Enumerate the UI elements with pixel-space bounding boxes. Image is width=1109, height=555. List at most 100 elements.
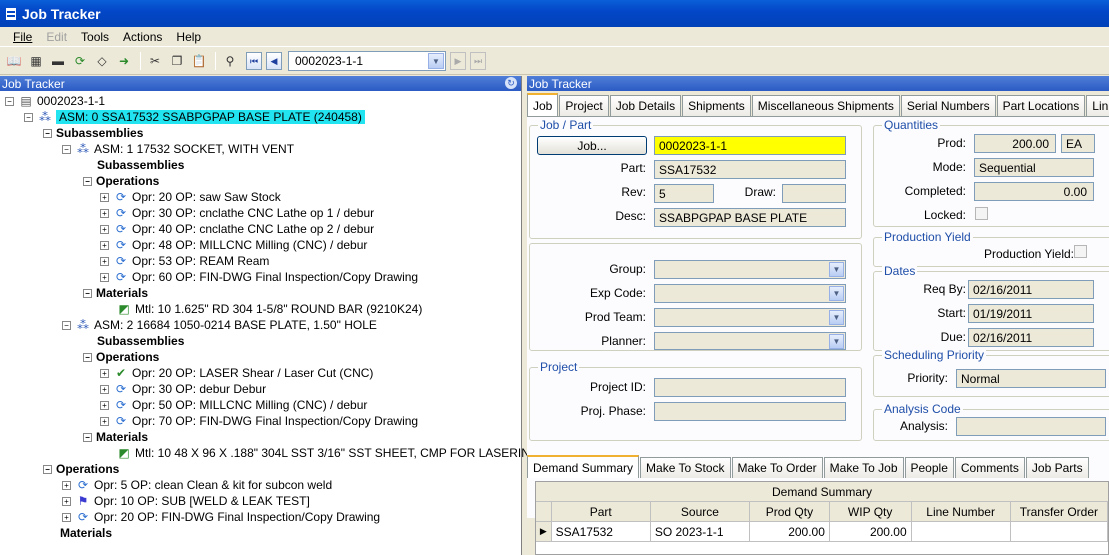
tree-node[interactable]: − Operations (83, 349, 159, 365)
expand-icon[interactable]: + (100, 224, 109, 234)
tree-node[interactable]: − Operations (43, 461, 119, 477)
tree-node[interactable]: + ⚑ Opr: 10 OP: SUB [WELD & LEAK TEST] (62, 493, 310, 509)
exp-code-dropdown[interactable]: ▼ (654, 284, 846, 303)
column-header[interactable]: WIP Qty (830, 502, 912, 521)
table-cell[interactable] (1011, 522, 1108, 541)
tab-misc-shipments[interactable]: Miscellaneous Shipments (751, 95, 900, 116)
expand-icon[interactable]: + (100, 256, 109, 266)
last-record-button[interactable]: ⏭ (470, 52, 486, 70)
tab-job[interactable]: Job (527, 93, 559, 116)
collapse-icon[interactable]: − (43, 464, 52, 474)
next-record-button[interactable]: ▶ (450, 52, 466, 70)
tree-node[interactable]: + ✔ Opr: 20 OP: LASER Shear / Laser Cut (C… (100, 365, 373, 381)
refresh-pane-icon[interactable]: ↻ (505, 77, 517, 89)
expand-icon[interactable]: + (100, 208, 109, 218)
req-by-field[interactable]: 02/16/2011 (968, 280, 1094, 299)
previous-record-button[interactable]: ◀ (266, 52, 282, 70)
column-header[interactable]: Transfer Order (1011, 502, 1109, 521)
tree-node[interactable]: Materials (60, 525, 112, 541)
tab-job-parts[interactable]: Job Parts (1025, 457, 1089, 478)
due-field[interactable]: 02/16/2011 (968, 328, 1094, 347)
tree-node[interactable]: − Materials (83, 429, 148, 445)
column-header[interactable]: Prod Qty (750, 502, 830, 521)
chevron-down-icon[interactable]: ▼ (829, 334, 844, 349)
tab-make-to-stock[interactable]: Make To Stock (640, 457, 731, 478)
tree-node[interactable]: − ⁂ ASM: 0 SSA17532 SSABPGPAP BASE PLATE (… (24, 109, 365, 125)
desc-field[interactable]: SSABPGPAP BASE PLATE (654, 208, 846, 227)
job-lookup-button[interactable]: Job... (537, 136, 647, 155)
tab-project[interactable]: Project (559, 95, 609, 116)
tab-demand-summary[interactable]: Demand Summary (527, 455, 640, 478)
tree-node[interactable]: + ⟳ Opr: 40 OP: cnclathe CNC Lathe op 2 / … (100, 221, 374, 237)
chevron-down-icon[interactable]: ▼ (829, 286, 844, 301)
locked-checkbox[interactable] (975, 207, 988, 220)
tree-node[interactable]: + ⟳ Opr: 5 OP: clean Clean & kit for subco… (62, 477, 332, 493)
tree-node[interactable]: + ⟳ Opr: 48 OP: MILLCNC Milling (CNC) / de… (100, 237, 367, 253)
expand-icon[interactable]: + (100, 384, 109, 394)
job-select-combo[interactable]: 0002023-1-1 ▼ (288, 51, 446, 71)
table-row[interactable]: ▶ SSA17532 SO 2023-1-1 200.00 200.00 (536, 522, 1108, 542)
expand-icon[interactable]: + (100, 368, 109, 378)
first-record-button[interactable]: ⏮ (246, 52, 262, 70)
menu-help[interactable]: Help (173, 29, 204, 45)
tab-serial-numbers[interactable]: Serial Numbers (900, 95, 996, 116)
expand-icon[interactable]: + (100, 272, 109, 282)
refresh-icon[interactable]: ⟳ (70, 51, 90, 71)
production-yield-checkbox[interactable] (1074, 245, 1087, 258)
table-cell[interactable]: 200.00 (750, 522, 830, 541)
expand-icon[interactable]: + (100, 192, 109, 202)
folder-icon[interactable]: ▬ (48, 51, 68, 71)
tab-comments[interactable]: Comments (954, 457, 1025, 478)
expand-icon[interactable]: + (100, 416, 109, 426)
expand-icon[interactable]: + (100, 400, 109, 410)
grid-view-icon[interactable]: ▦ (26, 51, 46, 71)
column-header[interactable]: Part (552, 502, 651, 521)
collapse-icon[interactable]: − (62, 320, 71, 330)
tree-node[interactable]: ◩ Mtl: 10 1.625" RD 304 1-5/8" ROUND BAR … (116, 301, 422, 317)
collapse-icon[interactable]: − (83, 288, 92, 298)
chevron-down-icon[interactable]: ▼ (829, 310, 844, 325)
tree-node[interactable]: − ⁂ ASM: 2 16684 1050-0214 BASE PLATE, 1.5… (62, 317, 377, 333)
collapse-icon[interactable]: − (83, 432, 92, 442)
part-field[interactable]: SSA17532 (654, 160, 846, 179)
rev-field[interactable]: 5 (654, 184, 714, 203)
expand-icon[interactable]: + (62, 496, 71, 506)
tree-node[interactable]: + ⟳ Opr: 70 OP: FIN-DWG Final Inspection/C… (100, 413, 418, 429)
table-cell[interactable]: 200.00 (830, 522, 912, 541)
job-number-field[interactable]: 0002023-1-1 (654, 136, 846, 155)
tree-node[interactable]: − ▤ 0002023-1-1 (5, 93, 105, 109)
chevron-down-icon[interactable]: ▼ (829, 262, 844, 277)
expand-icon[interactable]: + (62, 512, 71, 522)
eraser-icon[interactable]: ◇ (92, 51, 112, 71)
cut-icon[interactable]: ✂ (145, 51, 165, 71)
table-cell[interactable] (912, 522, 1011, 541)
tree-node[interactable]: + ⟳ Opr: 50 OP: MILLCNC Milling (CNC) / de… (100, 397, 367, 413)
planner-dropdown[interactable]: ▼ (654, 332, 846, 350)
binoculars-icon[interactable]: ⚲ (220, 51, 240, 71)
tree-node[interactable]: + ⟳ Opr: 20 OP: FIN-DWG Final Inspection/C… (62, 509, 380, 525)
tree-node[interactable]: − Operations (83, 173, 159, 189)
column-header[interactable]: Line Number (912, 502, 1011, 521)
chevron-down-icon[interactable]: ▼ (428, 53, 444, 69)
tab-make-to-order[interactable]: Make To Order (731, 457, 823, 478)
tab-links[interactable]: Links (1086, 95, 1109, 116)
completed-field[interactable]: 0.00 (974, 182, 1094, 201)
tree-node[interactable]: − Materials (83, 285, 148, 301)
proj-phase-field[interactable] (654, 402, 846, 421)
mode-field[interactable]: Sequential (974, 158, 1094, 177)
collapse-icon[interactable]: − (83, 352, 92, 362)
collapse-icon[interactable]: − (43, 128, 52, 138)
project-id-field[interactable] (654, 378, 846, 397)
paste-icon[interactable]: 📋 (189, 51, 209, 71)
copy-icon[interactable]: ❐ (167, 51, 187, 71)
table-cell[interactable]: SSA17532 (552, 522, 651, 541)
start-field[interactable]: 01/19/2011 (968, 304, 1094, 323)
tree-node[interactable]: + ⟳ Opr: 53 OP: REAM Ream (100, 253, 269, 269)
tab-part-locations[interactable]: Part Locations (996, 95, 1086, 116)
collapse-icon[interactable]: − (24, 112, 33, 122)
analysis-field[interactable] (956, 417, 1106, 436)
go-icon[interactable]: ➜ (114, 51, 134, 71)
collapse-icon[interactable]: − (83, 176, 92, 186)
collapse-icon[interactable]: − (5, 96, 14, 106)
expand-icon[interactable]: + (100, 240, 109, 250)
